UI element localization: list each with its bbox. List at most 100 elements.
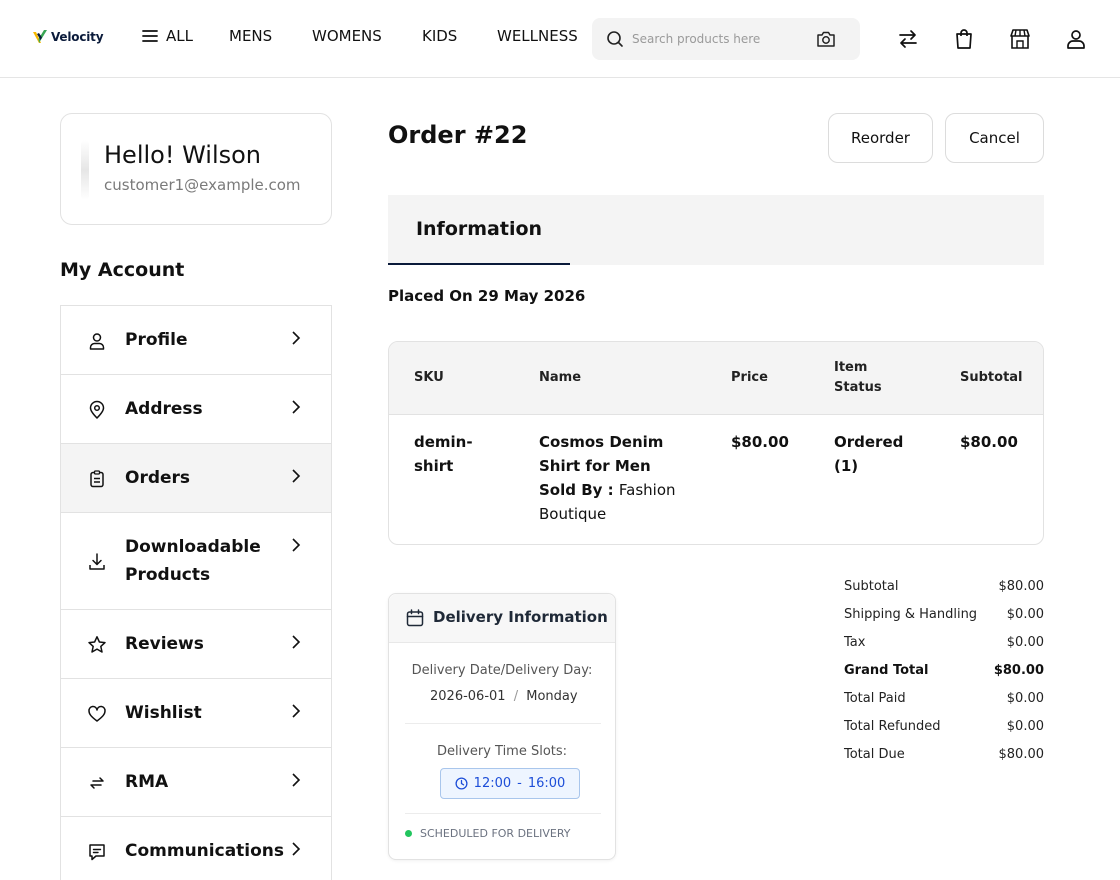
site-header: Velocity ALL MENS WOMENS KIDS WELLNESS bbox=[0, 0, 1120, 78]
divider bbox=[405, 723, 601, 724]
chevron-right-icon bbox=[292, 400, 301, 414]
sidebar-item-label: RMA bbox=[125, 772, 169, 792]
my-account-heading: My Account bbox=[60, 259, 185, 281]
nav-all[interactable]: ALL bbox=[142, 27, 193, 45]
search-icon[interactable] bbox=[606, 30, 624, 48]
search-input[interactable] bbox=[632, 29, 802, 49]
seller-name-line2: Boutique bbox=[539, 505, 607, 523]
totals-value: $80.00 bbox=[998, 747, 1045, 762]
placed-on-date: Placed On 29 May 2026 bbox=[388, 287, 586, 305]
clock-icon bbox=[455, 777, 468, 790]
order-totals: Subtotal $80.00 Shipping & Handling $0.00 … bbox=[844, 577, 1044, 773]
sold-by-label: Sold By : bbox=[539, 481, 614, 499]
slot-start: 12:00 bbox=[473, 776, 512, 791]
cell-status-line1: Ordered bbox=[834, 433, 904, 451]
delivery-status: SCHEDULED FOR DELIVERY bbox=[405, 827, 571, 840]
heart-icon bbox=[88, 705, 106, 722]
reorder-button[interactable]: Reorder bbox=[828, 113, 933, 163]
totals-row: Total Refunded $0.00 bbox=[844, 717, 1044, 745]
sidebar-item-label: Orders bbox=[125, 468, 191, 488]
cancel-button[interactable]: Cancel bbox=[945, 113, 1044, 163]
totals-label: Total Paid bbox=[844, 691, 906, 706]
account-menu: Profile Address Orders Downloadable Prod… bbox=[60, 305, 332, 880]
column-header-item-status-line2: Status bbox=[834, 380, 882, 395]
delivery-time-slots-label: Delivery Time Slots: bbox=[436, 744, 568, 759]
user-icon[interactable] bbox=[1064, 27, 1088, 51]
delivery-date: 2026-06-01 bbox=[430, 689, 506, 704]
cell-sold-by: Sold By : Fashion bbox=[539, 478, 676, 502]
velocity-logo[interactable]: Velocity bbox=[32, 29, 104, 45]
totals-label: Grand Total bbox=[844, 663, 929, 678]
delivery-info-header: Delivery Information bbox=[389, 594, 615, 643]
user-card: Hello! Wilson customer1@example.com bbox=[60, 113, 332, 225]
nav-kids[interactable]: KIDS bbox=[422, 27, 457, 45]
clipboard-icon bbox=[90, 470, 104, 488]
chevron-right-icon bbox=[292, 773, 301, 787]
sidebar-item-orders[interactable]: Orders bbox=[61, 444, 331, 513]
user-icon bbox=[89, 333, 105, 350]
sidebar-item-downloadable-products[interactable]: Downloadable Products bbox=[61, 513, 331, 610]
totals-row: Total Paid $0.00 bbox=[844, 689, 1044, 717]
totals-value: $0.00 bbox=[1006, 635, 1044, 650]
nav-mens[interactable]: MENS bbox=[229, 27, 272, 45]
cart-icon[interactable] bbox=[952, 27, 976, 51]
chevron-right-icon bbox=[292, 842, 301, 856]
totals-row: Total Due $80.00 bbox=[844, 745, 1044, 773]
sidebar-item-label: Wishlist bbox=[125, 703, 202, 723]
cell-name-line1: Cosmos Denim bbox=[539, 433, 664, 451]
sidebar-item-address[interactable]: Address bbox=[61, 375, 331, 444]
hamburger-icon bbox=[142, 30, 158, 42]
sidebar-item-label: Communications bbox=[125, 841, 285, 861]
totals-value: $80.00 bbox=[993, 663, 1044, 678]
location-pin-icon bbox=[89, 400, 105, 420]
delivery-info-card: Delivery Information Delivery Date/Deliv… bbox=[388, 593, 616, 860]
delivery-status-text: SCHEDULED FOR DELIVERY bbox=[420, 827, 571, 840]
cell-subtotal: $80.00 bbox=[960, 433, 1018, 451]
delivery-info-title: Delivery Information bbox=[433, 608, 608, 626]
sidebar-item-label: Profile bbox=[125, 330, 188, 350]
cell-price: $80.00 bbox=[731, 433, 789, 451]
avatar-placeholder bbox=[81, 140, 89, 200]
logo-text: Velocity bbox=[51, 30, 104, 44]
cell-sku-line2: shirt bbox=[414, 457, 454, 475]
sidebar-item-rma[interactable]: RMA bbox=[61, 748, 331, 817]
greeting: Hello! Wilson bbox=[104, 141, 262, 169]
download-icon bbox=[89, 553, 105, 570]
sidebar-item-profile[interactable]: Profile bbox=[61, 306, 331, 375]
calendar-icon bbox=[406, 609, 424, 627]
nav-wellness[interactable]: WELLNESS bbox=[497, 27, 578, 45]
tab-bar: Information bbox=[388, 195, 1044, 265]
compare-icon[interactable] bbox=[896, 27, 920, 51]
column-header-name: Name bbox=[539, 370, 582, 385]
store-icon[interactable] bbox=[1008, 27, 1032, 51]
totals-label: Shipping & Handling bbox=[844, 607, 978, 622]
sidebar-item-communications[interactable]: Communications bbox=[61, 817, 331, 880]
camera-icon[interactable] bbox=[816, 30, 836, 48]
totals-value: $0.00 bbox=[1006, 691, 1044, 706]
delivery-date-value: 2026-06-01 / Monday bbox=[430, 689, 578, 704]
totals-label: Total Due bbox=[844, 747, 905, 762]
star-icon bbox=[88, 636, 106, 653]
nav-womens[interactable]: WOMENS bbox=[312, 27, 382, 45]
return-arrows-icon bbox=[90, 777, 104, 789]
totals-row: Shipping & Handling $0.00 bbox=[844, 605, 1044, 633]
status-dot-icon bbox=[405, 830, 412, 837]
slot-end: 16:00 bbox=[527, 776, 566, 791]
totals-value: $80.00 bbox=[998, 579, 1045, 594]
delivery-day: Monday bbox=[526, 689, 578, 704]
sidebar-item-reviews[interactable]: Reviews bbox=[61, 610, 331, 679]
nav-all-label: ALL bbox=[166, 27, 193, 45]
sidebar-item-label-line1: Downloadable bbox=[125, 537, 261, 557]
date-separator: / bbox=[513, 689, 519, 704]
totals-value: $0.00 bbox=[1006, 719, 1044, 734]
column-header-price: Price bbox=[731, 370, 768, 385]
sidebar-item-label-line2: Products bbox=[125, 565, 211, 585]
chevron-right-icon bbox=[292, 538, 301, 552]
tab-information[interactable]: Information bbox=[388, 195, 570, 265]
cell-name-line2: Shirt for Men bbox=[539, 457, 651, 475]
cell-status-line2: (1) bbox=[834, 457, 859, 475]
cell-sku-line1: demin- bbox=[414, 433, 473, 451]
sidebar-item-wishlist[interactable]: Wishlist bbox=[61, 679, 331, 748]
seller-name: Fashion bbox=[618, 481, 676, 499]
totals-label: Subtotal bbox=[844, 579, 899, 594]
